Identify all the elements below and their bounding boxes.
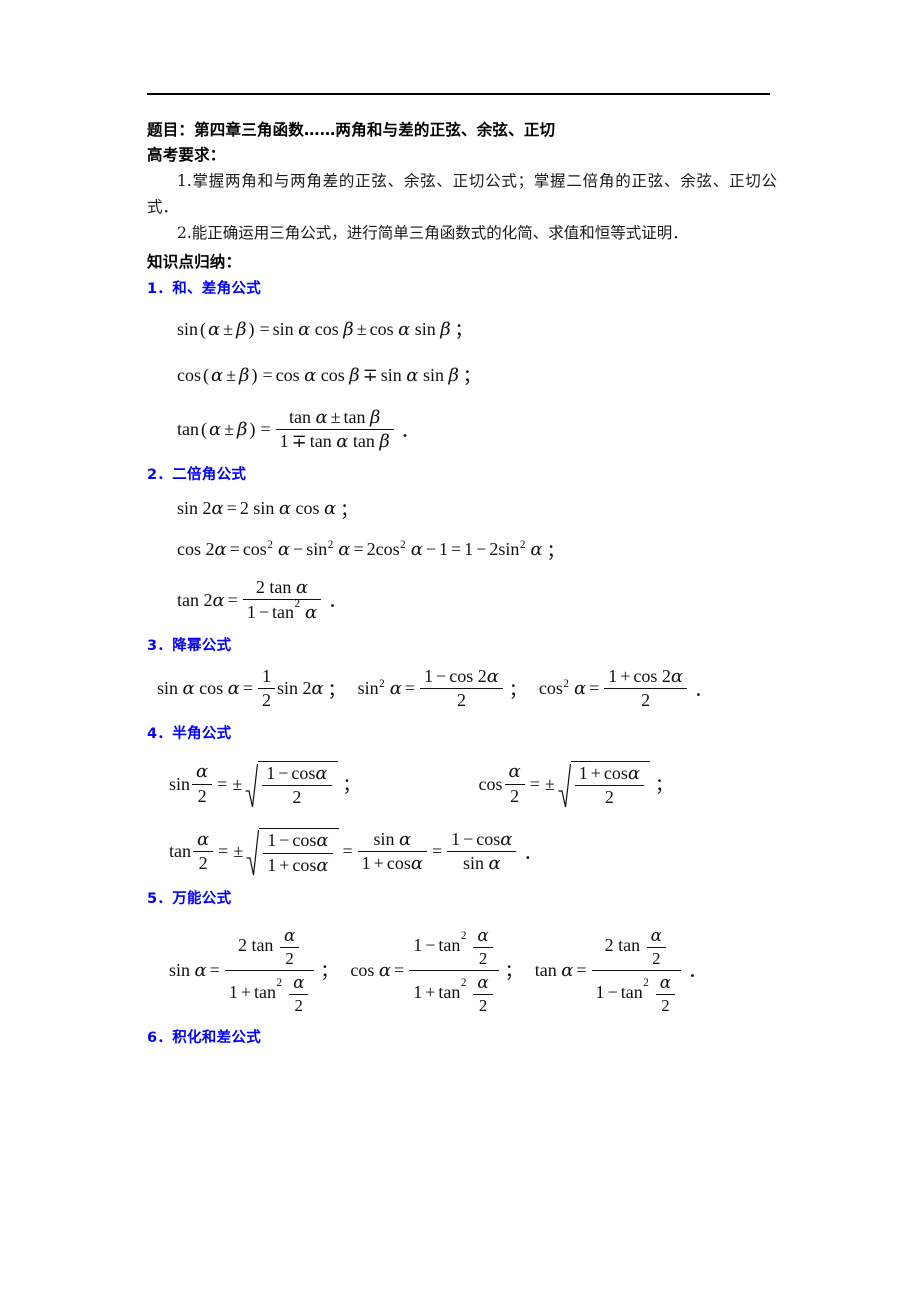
fraction-sin-squared: 1− cos 2α 2 [420, 666, 503, 711]
section-heading-2: 2．二倍角公式 [147, 463, 777, 487]
formula-cos-squared: cos 2 α = 1 + cos 2α 2 ． [538, 665, 713, 711]
radical-half-tan: 1− cosα 1 + cosα [246, 827, 339, 876]
exam-requirement-heading: 高考要求： [147, 146, 226, 164]
fraction-alpha-over-two: α2 [289, 973, 309, 1015]
title-ellipsis: …… [304, 121, 336, 139]
formula-half-cos: cos α2 = ± 1 + cosα 2 ； [478, 760, 674, 808]
fraction-one-plus-cos-over-two: 1 + cosα 2 [574, 763, 645, 808]
radical-sign-icon [558, 761, 571, 808]
section-1-label: 和、差角公式 [172, 281, 262, 297]
formula-sin-sum: sin(α ± β) = sin α cos β ± cos α sin β ； [177, 318, 473, 341]
formula-sin-cos-product: sin α cos α = 12 sin 2α ； [157, 665, 346, 711]
title-tail: 两角和与差的正弦、余弦、正切 [335, 121, 556, 139]
fraction-universal-sin: 2 tan α2 1 + tan2 α2 [224, 925, 315, 1015]
radical-sign-icon [246, 828, 260, 876]
section-heading-4: 4．半角公式 [147, 722, 777, 746]
formula-cos-sum: cos(α ± β) = cos α cos β ∓ sin α sin β ； [177, 364, 481, 387]
section-5-number: 5． [147, 890, 173, 907]
document-page: 题目：第四章三角函数……两角和与差的正弦、余弦、正切 高考要求： 1.掌握两角和… [0, 0, 920, 1300]
fraction-alpha-over-two-sin: α2 [192, 762, 213, 806]
section-heading-1: 1．和、差角公式 [147, 277, 777, 301]
fraction-alpha-over-two-cos: α2 [504, 762, 525, 806]
title-text: 第四章三角函数 [194, 121, 305, 139]
formula-half-angle-row: sin α2 = ± 1− cosα 2 ； cos α 2 = ± 1 + c… [147, 760, 777, 808]
header-rule [147, 93, 770, 95]
formula-universal-row: sin α = 2 tan α2 1 + tan2 α2 ； cos α = 1… [147, 924, 777, 1015]
title-label: 题目： [147, 121, 195, 139]
fraction-one-minus-over-one-plus: 1− cosα 1 + cosα [263, 830, 333, 875]
section-3-number: 3． [147, 637, 173, 654]
section-4-number: 4． [147, 725, 173, 742]
formula-universal-sin: sin α = 2 tan α2 1 + tan2 α2 ； [169, 924, 339, 1015]
section-6-number: 6． [147, 1029, 173, 1046]
section-1-number: 1． [147, 281, 173, 297]
fraction-alpha-over-two: α2 [646, 925, 666, 968]
fraction-alpha-over-two: α2 [655, 973, 676, 1015]
fraction-universal-tan: 2 tan α2 1− tan2 α2 [591, 925, 682, 1015]
fraction-universal-cos: 1− tan2 α2 1 + tan2 α2 [409, 925, 499, 1015]
section-heading-3: 3．降幂公式 [147, 634, 777, 658]
formula-universal-cos: cos α = 1− tan2 α2 1 + tan2 α2 ； [350, 924, 523, 1015]
section-5-label: 万能公式 [172, 890, 232, 907]
formula-tan-double: tan 2α = 2 tan α 1− tan2 α ． [177, 576, 347, 624]
fraction-one-minus-cos-over-two: 1− cosα 2 [262, 763, 332, 808]
fraction-alpha-over-two: α2 [473, 973, 493, 1015]
radical-half-sin: 1− cosα 2 [245, 760, 338, 808]
section-4-label: 半角公式 [172, 725, 232, 742]
section-3-label: 降幂公式 [172, 637, 232, 654]
section-6-label: 积化和差公式 [172, 1029, 262, 1046]
fraction-one-half: 12 [257, 666, 275, 711]
section-heading-6: 6．积化和差公式 [147, 1026, 777, 1050]
formula-power-reduction-row: sin α cos α = 12 sin 2α ； sin 2 α = 1− cos… [147, 665, 777, 711]
requirement-item-2: 2.能正确运用三角公式，进行简单三角函数式的化简、求值和恒等式证明． [177, 224, 688, 242]
section-heading-5: 5．万能公式 [147, 887, 777, 911]
document-title: 题目：第四章三角函数……两角和与差的正弦、余弦、正切 [147, 118, 777, 143]
formula-half-sin: sin α2 = ± 1− cosα 2 ； [169, 760, 361, 808]
fraction-sin-over-one-plus-cos: sin α 1 + cosα [357, 829, 427, 874]
formula-sin-double: sin 2α = 2 sin α cos α ； [177, 498, 359, 520]
formula-sin-squared: sin 2 α = 1− cos 2α 2 ； [357, 665, 527, 711]
formula-cos-double: cos 2α = cos 2 α − sin 2 α = 2 cos 2 α −1 = … [177, 539, 565, 561]
knowledge-heading: 知识点归纳： [147, 253, 242, 271]
formula-tan-sum: tan(α ± β) = tan α ± tan β 1 ∓ tan α tan β ． [177, 407, 419, 453]
fraction-tan-sum: tan α ± tan β 1 ∓ tan α tan β [275, 407, 394, 452]
fraction-alpha-over-two: α2 [279, 925, 300, 968]
fraction-alpha-over-two-tan: α2 [193, 829, 214, 874]
fraction-tan-double: 2 tan α 1− tan2 α [242, 577, 322, 623]
section-2-number: 2． [147, 466, 173, 483]
radical-half-cos: 1 + cosα 2 [558, 760, 651, 808]
requirement-item-1: 1.掌握两角和与两角差的正弦、余弦、正切公式；掌握二倍角的正弦、余弦、正切公式． [147, 172, 777, 216]
fraction-one-minus-cos-over-sin: 1− cosα sin α [447, 829, 517, 874]
formula-half-tan: tan α2 = ± 1− cosα 1 + cosα = sin α 1 + … [169, 827, 542, 876]
fraction-cos-squared: 1 + cos 2α 2 [604, 666, 688, 711]
section-2-label: 二倍角公式 [172, 466, 247, 483]
document-content: 题目：第四章三角函数……两角和与差的正弦、余弦、正切 高考要求： 1.掌握两角和… [147, 118, 777, 1050]
radical-sign-icon [245, 761, 259, 808]
formula-universal-tan: tan α = 2 tan α2 1− tan2 α2 ． [534, 924, 707, 1015]
fraction-alpha-over-two: α2 [473, 925, 493, 968]
